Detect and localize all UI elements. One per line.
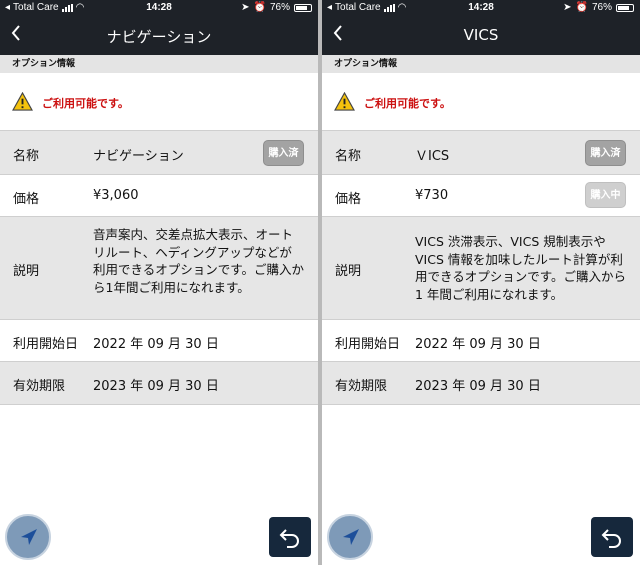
return-button[interactable] <box>591 517 633 557</box>
description-text: VICS 渋滞表示、VICS 規制表示やVICS 情報を加味したルート計算が利用… <box>415 234 627 302</box>
back-button[interactable] <box>332 23 344 48</box>
battery-percent: 76% <box>591 2 612 13</box>
screen-navigation: ◂ Total Care ◠ 14:28 ➤ ⏰ 76% ナビゲーション オプシ… <box>0 0 318 565</box>
row-name: 名称 ＶICS 購入済 <box>322 131 640 175</box>
purchased-badge[interactable]: 購入済 <box>585 140 626 166</box>
return-arrow-icon <box>279 529 299 548</box>
return-button[interactable] <box>269 517 311 557</box>
purchasing-badge[interactable]: 購入中 <box>585 182 626 208</box>
screen-vics: ◂ Total Care ◠ 14:28 ➤ ⏰ 76% VICS オプション情… <box>322 0 640 565</box>
navigation-arrow-icon <box>343 529 359 545</box>
nav-bar: ナビゲーション <box>0 17 318 55</box>
warning-icon <box>12 92 33 111</box>
expiry-label: 有効期限 <box>13 379 66 394</box>
section-header: オプション情報 <box>0 55 318 73</box>
name-value: ナビゲーション <box>93 149 184 164</box>
current-location-button[interactable] <box>5 514 51 560</box>
start-date-value: 2022 年 09 月 30 日 <box>415 337 541 352</box>
purchased-badge[interactable]: 購入済 <box>263 140 304 166</box>
description-label: 説明 <box>13 264 40 279</box>
row-price: 価格 ¥730 購入中 <box>322 175 640 217</box>
location-icon: ➤ <box>563 2 572 13</box>
nav-bar: VICS <box>322 17 640 55</box>
name-value: ＶICS <box>415 149 450 164</box>
location-icon: ➤ <box>241 2 250 13</box>
back-button[interactable] <box>10 23 22 48</box>
warning-icon <box>334 92 355 111</box>
page-title: VICS <box>463 26 499 44</box>
navigation-arrow-icon <box>21 529 37 545</box>
availability-notice: ご利用可能です。 <box>0 73 318 131</box>
chevron-left-icon <box>333 25 342 41</box>
expiry-value: 2023 年 09 月 30 日 <box>415 379 541 394</box>
name-label: 名称 <box>335 149 362 164</box>
price-label: 価格 <box>335 192 362 207</box>
row-description: 説明 音声案内、交差点拡大表示、オートリルート、ヘディングアップなどが利用できる… <box>0 217 318 320</box>
chevron-left-icon <box>11 25 20 41</box>
name-label: 名称 <box>13 149 40 164</box>
battery-icon <box>616 3 634 12</box>
row-expiry: 有効期限 2023 年 09 月 30 日 <box>0 362 318 405</box>
start-date-label: 利用開始日 <box>13 337 79 352</box>
row-start-date: 利用開始日 2022 年 09 月 30 日 <box>322 320 640 362</box>
start-date-value: 2022 年 09 月 30 日 <box>93 337 219 352</box>
battery-icon <box>294 3 312 12</box>
description-label: 説明 <box>335 264 362 279</box>
row-expiry: 有効期限 2023 年 09 月 30 日 <box>322 362 640 405</box>
price-value: ¥730 <box>415 188 449 203</box>
notice-text: ご利用可能です。 <box>364 97 451 110</box>
row-description: 説明 VICS 渋滞表示、VICS 規制表示やVICS 情報を加味したルート計算… <box>322 217 640 320</box>
alarm-icon: ⏰ <box>253 2 266 13</box>
status-bar: ◂ Total Care ◠ 14:28 ➤ ⏰ 76% <box>322 0 640 17</box>
price-label: 価格 <box>13 192 40 207</box>
start-date-label: 利用開始日 <box>335 337 401 352</box>
price-value: ¥3,060 <box>93 188 139 203</box>
status-bar: ◂ Total Care ◠ 14:28 ➤ ⏰ 76% <box>0 0 318 17</box>
notice-text: ご利用可能です。 <box>42 97 129 110</box>
description-text: 音声案内、交差点拡大表示、オートリルート、ヘディングアップなどが利用できるオプシ… <box>93 227 305 295</box>
availability-notice: ご利用可能です。 <box>322 73 640 131</box>
page-title: ナビゲーション <box>106 28 212 46</box>
battery-percent: 76% <box>269 2 290 13</box>
expiry-label: 有効期限 <box>335 379 388 394</box>
return-arrow-icon <box>601 529 621 548</box>
expiry-value: 2023 年 09 月 30 日 <box>93 379 219 394</box>
row-name: 名称 ナビゲーション 購入済 <box>0 131 318 175</box>
row-price: 価格 ¥3,060 <box>0 175 318 217</box>
row-start-date: 利用開始日 2022 年 09 月 30 日 <box>0 320 318 362</box>
alarm-icon: ⏰ <box>575 2 588 13</box>
current-location-button[interactable] <box>327 514 373 560</box>
section-header: オプション情報 <box>322 55 640 73</box>
